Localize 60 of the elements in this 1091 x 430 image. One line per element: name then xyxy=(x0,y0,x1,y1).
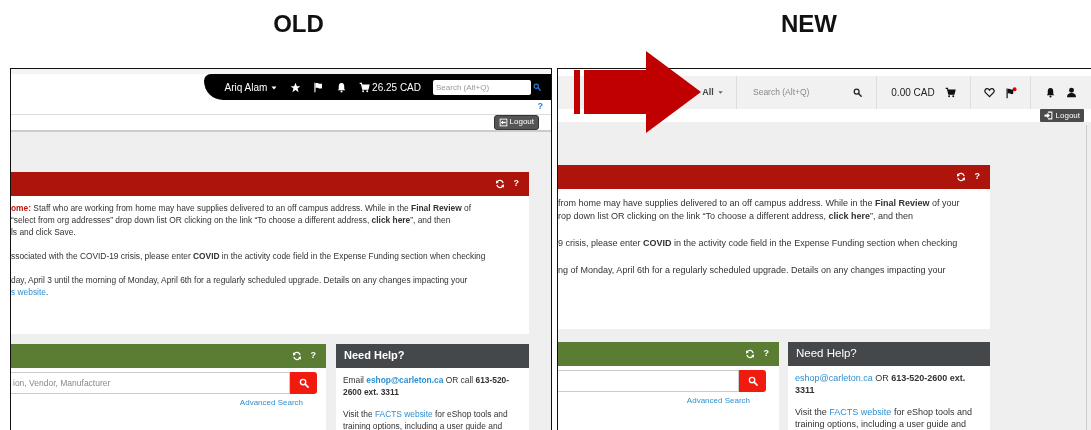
logout-icon xyxy=(498,117,508,127)
bell-icon[interactable] xyxy=(336,81,348,93)
message-text: ssociated with the COVID-19 crisis, please enter COVID in the activity code field in the Expense Funding section when checking xyxy=(11,249,487,262)
message-text: day, April 3 until the morning of Monday, April 6th for a regularly scheduled upgrade. Details on any changes impacting your xyxy=(11,273,469,286)
refresh-icon[interactable] xyxy=(494,178,505,189)
search-button[interactable] xyxy=(739,370,766,392)
search-field[interactable]: ion, Vendor, Manufacturer xyxy=(11,371,290,394)
link[interactable]: eshop@carleton.ca xyxy=(366,374,444,385)
message-text: rop down list OR clicking on the link “To choose a different address, click here”, and then xyxy=(558,210,915,223)
refresh-icon[interactable] xyxy=(744,349,755,359)
logout-button[interactable]: Logout xyxy=(1039,109,1084,122)
message-text: from home may have supplies delivered to an off campus address. While in the Final Review of your xyxy=(558,197,961,210)
refresh-icon[interactable] xyxy=(291,350,302,361)
help-link[interactable]: ? xyxy=(310,348,316,363)
help-text: eshop@carleton.ca OR 613-520-2600 ext. 3311 xyxy=(795,372,967,396)
old-heading: OLD xyxy=(273,9,324,39)
card-title: Need Help? xyxy=(336,343,529,368)
flag-icon[interactable] xyxy=(1005,86,1017,99)
cart-icon xyxy=(359,81,371,93)
advanced-search-link[interactable]: Advanced Search xyxy=(686,395,750,407)
cart-link[interactable]: 26.25 CAD xyxy=(359,79,421,95)
message-text: ls and click Save. xyxy=(11,225,77,238)
scope-dropdown[interactable]: All xyxy=(702,85,724,100)
help-link[interactable]: ? xyxy=(763,347,769,361)
search-field[interactable]: Search (Alt+Q) xyxy=(433,79,531,95)
link[interactable]: s website xyxy=(11,286,46,297)
search-field[interactable] xyxy=(558,370,739,392)
search-field[interactable]: Search (Alt+Q) xyxy=(751,85,843,100)
bell-icon[interactable] xyxy=(1045,87,1056,98)
message-text: ome: Staff who are working from home may have supplies delivered to an off campus address. While in the Final Review of xyxy=(11,201,473,214)
flag-icon[interactable] xyxy=(313,81,325,93)
help-text: Visit the FACTS website for eShop tools and training options, including a user guide and xyxy=(795,406,973,430)
new-heading: NEW xyxy=(781,9,837,39)
advanced-search-link[interactable]: Advanced Search xyxy=(239,396,303,409)
logout-icon xyxy=(1043,111,1053,120)
message-text: “select from org addresses” drop down list OR clicking on the link “To choose a different address, click here”, and then xyxy=(11,213,452,226)
search-icon xyxy=(298,377,309,388)
caret-icon xyxy=(716,89,724,96)
cart-total[interactable]: 0.00 CAD xyxy=(891,85,935,100)
link[interactable]: eshop@carleton.ca xyxy=(795,373,873,383)
help-link[interactable]: ? xyxy=(537,100,543,114)
message-text: ng of Monday, April 6th for a regularly scheduled upgrade. Details on any changes impacting your xyxy=(558,264,947,277)
link[interactable]: FACTS website xyxy=(829,407,892,417)
star-icon[interactable] xyxy=(290,81,302,93)
search-icon[interactable] xyxy=(853,88,862,97)
user-icon[interactable] xyxy=(1066,87,1077,98)
refresh-icon[interactable] xyxy=(955,172,966,182)
search-icon xyxy=(747,376,758,386)
card-title: Need Help? xyxy=(788,342,990,366)
link[interactable]: FACTS website xyxy=(374,408,433,419)
help-link[interactable]: ? xyxy=(513,176,519,191)
message-text: 9 crisis, please enter COVID in the activity code field in the Expense Funding section when checking xyxy=(558,237,959,250)
heart-icon[interactable] xyxy=(984,87,995,98)
help-link[interactable]: ? xyxy=(974,170,980,184)
message-text: s website. xyxy=(11,285,50,298)
user-menu[interactable]: Ariq Alam xyxy=(224,79,279,95)
search-button[interactable] xyxy=(290,371,317,394)
cart-icon[interactable] xyxy=(944,87,956,98)
help-text: Visit the FACTS website for eShop tools and training options, including a user guide and xyxy=(343,407,509,430)
help-text: Email eshop@carleton.ca OR call 613-520-2600 ext. 3311 xyxy=(343,373,510,398)
